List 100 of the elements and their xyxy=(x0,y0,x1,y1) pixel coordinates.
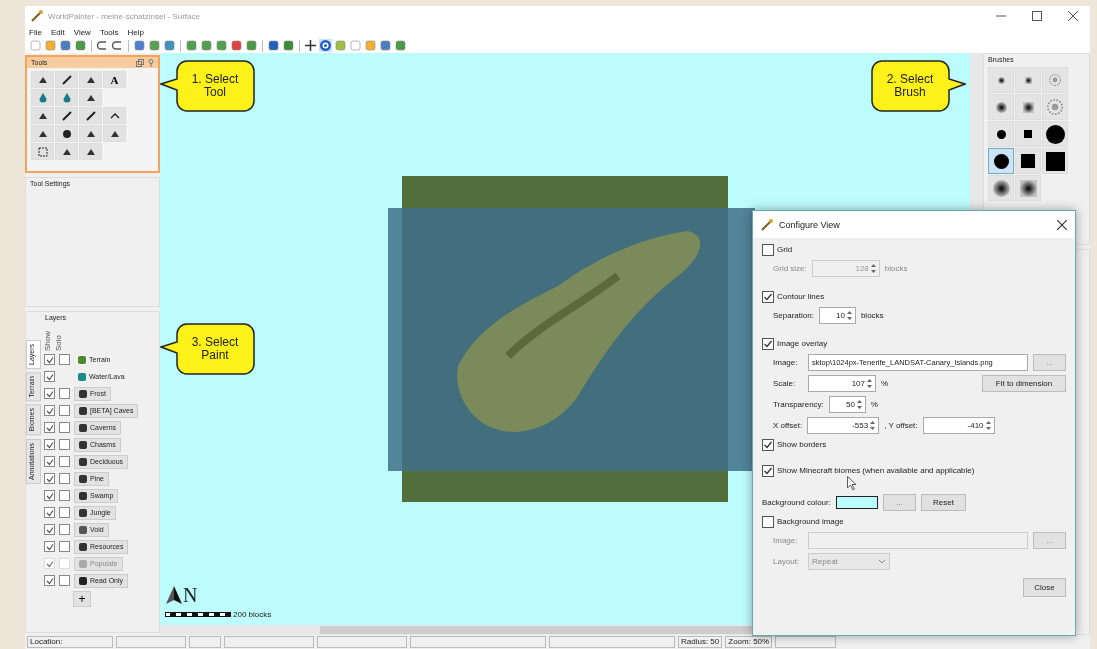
callout-bubble: 1. Select Tool xyxy=(160,60,256,112)
app-icon xyxy=(31,10,43,22)
tool-button[interactable] xyxy=(31,107,54,124)
maximize-icon[interactable] xyxy=(1032,11,1042,21)
spinner-arrows-icon xyxy=(855,399,863,410)
show-checkbox[interactable] xyxy=(44,490,55,501)
solo-checkbox[interactable] xyxy=(59,422,70,433)
status-zoom: Zoom: 50% xyxy=(725,636,773,648)
redo-icon[interactable] xyxy=(111,39,124,52)
tool-button[interactable] xyxy=(79,71,102,88)
tool-button[interactable] xyxy=(79,89,102,106)
menu-item[interactable]: View xyxy=(73,27,91,37)
float-icon[interactable] xyxy=(136,58,144,67)
checkbox[interactable]: Image overlay xyxy=(762,337,1066,350)
unit-label: % xyxy=(881,379,889,388)
browse-button[interactable]: ... xyxy=(1033,532,1066,549)
show-checkbox[interactable] xyxy=(44,371,55,382)
show-checkbox[interactable] xyxy=(44,405,55,416)
checkbox[interactable]: Background image xyxy=(762,515,1066,528)
close-icon[interactable] xyxy=(1068,11,1078,21)
number-spinner[interactable]: -410 xyxy=(922,417,995,434)
tool-button[interactable] xyxy=(55,125,78,142)
reset-button[interactable]: Reset xyxy=(920,494,966,511)
checkbox[interactable]: Contour lines xyxy=(762,290,1066,303)
number-spinner[interactable]: -553 xyxy=(807,417,880,434)
scale-label: 200 blocks xyxy=(233,610,272,619)
checkmark-icon xyxy=(763,338,773,349)
browse-button[interactable]: ... xyxy=(1033,354,1066,371)
dialog-title: Configure View xyxy=(779,219,840,230)
menu-item[interactable]: File xyxy=(29,27,42,37)
menu-item[interactable]: Edit xyxy=(50,27,65,37)
solo-checkbox[interactable] xyxy=(59,575,70,586)
solo-checkbox[interactable] xyxy=(59,541,70,552)
add-layer-button[interactable]: + xyxy=(73,591,91,607)
tool-button[interactable] xyxy=(55,143,78,160)
column-header: Solo xyxy=(54,334,63,351)
mouse-cursor-icon xyxy=(847,476,857,491)
window-title: WorldPainter - meine-schatzinsel - Surface xyxy=(48,11,200,21)
checkbox[interactable]: Show borders xyxy=(762,438,1066,451)
spinner-arrows-icon xyxy=(869,420,877,431)
brush-button[interactable] xyxy=(988,148,1014,174)
colour-swatch[interactable] xyxy=(835,496,878,509)
tool-button[interactable] xyxy=(79,107,102,124)
number-spinner[interactable]: 107 xyxy=(808,375,876,392)
chevron-down-icon xyxy=(878,558,886,565)
text-tool-button[interactable]: A xyxy=(103,71,126,88)
menu-item[interactable]: Tools xyxy=(99,27,119,37)
menu-item[interactable]: Help xyxy=(127,27,145,37)
show-checkbox[interactable] xyxy=(44,541,55,552)
tool-button[interactable] xyxy=(55,71,78,88)
callout-bubble: 2. Select Brush xyxy=(870,60,966,112)
spinner-arrows-icon xyxy=(845,310,853,321)
show-checkbox[interactable] xyxy=(44,422,55,433)
drop-icon xyxy=(61,92,72,103)
solo-checkbox[interactable] xyxy=(59,354,70,365)
solo-checkbox[interactable] xyxy=(59,456,70,467)
browse-button[interactable]: ... xyxy=(882,494,916,511)
solo-checkbox[interactable] xyxy=(59,405,70,416)
show-checkbox[interactable] xyxy=(44,439,55,450)
checkmark-icon xyxy=(763,291,773,302)
number-spinner[interactable]: 10 xyxy=(818,307,856,324)
field-label: Transparency: xyxy=(773,400,824,409)
show-checkbox[interactable] xyxy=(44,354,55,365)
show-checkbox[interactable] xyxy=(44,575,55,586)
line-icon xyxy=(61,110,72,121)
show-checkbox[interactable] xyxy=(44,524,55,535)
close-icon[interactable] xyxy=(1057,219,1067,230)
field-label: X offset: xyxy=(773,421,803,430)
solo-checkbox[interactable] xyxy=(59,524,70,535)
show-checkbox[interactable] xyxy=(44,456,55,467)
tool-button[interactable] xyxy=(103,125,126,142)
image-path-field[interactable] xyxy=(808,532,1028,549)
tool-button[interactable] xyxy=(79,125,102,142)
fit-to-dimension-button[interactable]: Fit to dimension xyxy=(982,375,1066,392)
column-header: Show xyxy=(43,330,52,351)
checkbox[interactable]: Show Minecraft biomes (when available and applicable) xyxy=(762,464,1066,477)
solo-checkbox[interactable] xyxy=(59,507,70,518)
plus-icon[interactable] xyxy=(304,39,317,52)
solo-checkbox[interactable] xyxy=(59,439,70,450)
show-checkbox[interactable] xyxy=(44,388,55,399)
number-spinner[interactable]: 50 xyxy=(828,396,866,413)
undo-icon[interactable] xyxy=(96,39,109,52)
solo-checkbox[interactable] xyxy=(59,388,70,399)
target-icon[interactable] xyxy=(319,39,332,52)
tool-button[interactable] xyxy=(55,107,78,124)
close-button[interactable]: Close xyxy=(1023,578,1066,597)
spinner-arrows-icon xyxy=(984,420,992,431)
status-cell xyxy=(775,636,837,648)
checkmark-icon xyxy=(763,439,773,450)
show-checkbox[interactable] xyxy=(44,507,55,518)
solo-checkbox[interactable] xyxy=(59,473,70,484)
solo-checkbox[interactable] xyxy=(59,490,70,501)
tool-button[interactable] xyxy=(31,125,54,142)
tool-button[interactable] xyxy=(31,71,54,88)
status-radius: Radius: 50 xyxy=(678,636,723,648)
field-label: Image: xyxy=(773,536,799,545)
pin-icon[interactable] xyxy=(148,58,154,67)
show-checkbox[interactable] xyxy=(44,473,55,484)
tool-button[interactable] xyxy=(79,143,102,160)
checkbox[interactable]: Grid xyxy=(762,243,1066,256)
